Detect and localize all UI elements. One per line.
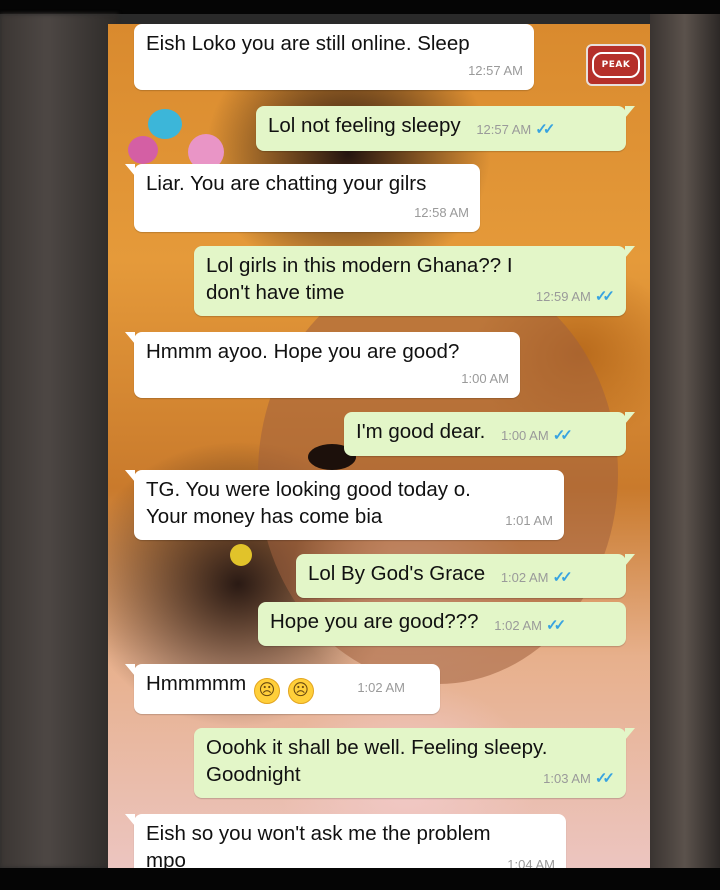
bubble-tail <box>625 106 635 118</box>
message-time: 1:02 AM <box>357 680 406 695</box>
message-text-line: Your money has come bia <box>146 505 383 528</box>
message-bubble-outgoing[interactable]: Ooohk it shall be well. Feeling sleepy. … <box>194 728 635 798</box>
double-check-icon: ✓✓ <box>552 427 573 444</box>
message-text: I'm good dear. <box>356 420 486 443</box>
message-text-line: mpo <box>146 849 186 868</box>
message-bubble-incoming[interactable]: Liar. You are chatting your gilrs 12:58 … <box>125 164 480 232</box>
news-logo-icon: PEAK <box>586 44 646 86</box>
message-bubble-outgoing[interactable]: Hope you are good??? 1:02 AM ✓✓ <box>258 602 626 646</box>
message-bubble-outgoing[interactable]: Lol not feeling sleepy 12:57 AM ✓✓ <box>256 106 635 151</box>
message-bubble-outgoing[interactable]: I'm good dear. 1:00 AM ✓✓ <box>344 412 635 456</box>
message-text: Hmmm ayoo. Hope you are good? <box>146 340 460 363</box>
bubble-tail <box>625 728 635 740</box>
message-time: 1:02 AM <box>500 570 549 585</box>
message-text: Lol not feeling sleepy <box>268 114 461 137</box>
blurred-background-right <box>650 14 720 868</box>
bubble-tail <box>125 332 135 344</box>
message-meta: 1:04 AM <box>507 851 555 868</box>
message-bubble-outgoing[interactable]: Lol By God's Grace 1:02 AM ✓✓ <box>296 554 635 598</box>
message-time: 1:04 AM <box>507 857 555 868</box>
message-meta: 12:57 AM ✓✓ <box>476 116 555 143</box>
watermark-text: PEAK <box>592 52 640 78</box>
bubble-tail <box>625 246 635 258</box>
message-meta: 12:59 AM ✓✓ <box>536 283 615 310</box>
bottom-black-bar <box>0 868 720 890</box>
message-meta: 1:02 AM <box>357 674 405 701</box>
message-time: 12:58 AM <box>414 205 469 220</box>
message-meta: 1:00 AM ✓✓ <box>501 422 573 449</box>
wallpaper-hair-clip <box>128 136 158 164</box>
bubble-tail <box>125 164 135 176</box>
message-text-line: Eish so you won't ask me the problem <box>146 822 491 845</box>
message-bubble-incoming[interactable]: Eish Loko you are still online. Sleep 12… <box>134 24 534 90</box>
message-text-line: TG. You were looking good today o. <box>146 478 471 501</box>
frowning-face-icon: ☹ <box>287 678 314 704</box>
message-text-line: Ooohk it shall be well. Feeling sleepy. <box>206 736 548 759</box>
message-time: 12:57 AM <box>476 122 532 137</box>
message-text: Lol By God's Grace <box>308 562 486 585</box>
message-bubble-incoming[interactable]: Eish so you won't ask me the problem mpo… <box>125 814 566 868</box>
double-check-icon: ✓✓ <box>535 121 555 138</box>
message-text: Liar. You are chatting your gilrs <box>146 172 427 195</box>
message-meta: 1:02 AM ✓✓ <box>494 612 566 639</box>
double-check-icon: ✓✓ <box>594 770 615 787</box>
message-meta: 1:02 AM ✓✓ <box>501 564 573 591</box>
bubble-tail <box>125 814 135 826</box>
message-meta: 12:57 AM <box>468 57 523 84</box>
message-time: 1:03 AM <box>543 771 591 786</box>
blurred-background-left <box>0 14 118 868</box>
bubble-tail <box>125 470 135 482</box>
message-meta: 1:01 AM <box>505 507 553 534</box>
double-check-icon: ✓✓ <box>594 288 615 305</box>
message-bubble-outgoing[interactable]: Lol girls in this modern Ghana?? I don't… <box>194 246 635 316</box>
message-time: 1:00 AM <box>500 428 549 443</box>
bubble-tail <box>125 664 135 676</box>
message-text-line: Lol girls in this modern Ghana?? I <box>206 254 513 277</box>
message-time: 1:01 AM <box>505 513 553 528</box>
message-text: Eish Loko you are still online. Sleep <box>146 32 470 55</box>
message-meta: 1:00 AM <box>461 365 509 392</box>
message-time: 1:02 AM <box>494 618 542 633</box>
message-time: 12:59 AM <box>535 289 591 304</box>
double-check-icon: ✓✓ <box>546 617 566 634</box>
bubble-tail <box>625 554 635 566</box>
frowning-face-icon: ☹ <box>253 678 280 704</box>
message-bubble-incoming[interactable]: Hmmmmm ☹ ☹ 1:02 AM <box>125 664 440 714</box>
message-time: 12:57 AM <box>468 63 523 78</box>
chat-screen[interactable]: PEAK Eish Loko you are still online. Sle… <box>108 24 650 868</box>
message-meta: 12:58 AM <box>414 199 469 226</box>
message-meta: 1:03 AM ✓✓ <box>543 765 615 792</box>
top-black-bar <box>0 0 720 14</box>
message-bubble-incoming[interactable]: TG. You were looking good today o. Your … <box>125 470 564 540</box>
bubble-tail <box>625 412 635 424</box>
message-text: Hmmmmm <box>146 672 247 695</box>
message-time: 1:00 AM <box>461 371 509 386</box>
wallpaper-earring <box>230 544 252 566</box>
message-text: Hope you are good??? <box>270 610 479 633</box>
wallpaper-hair-clip <box>148 109 182 139</box>
double-check-icon: ✓✓ <box>552 569 573 586</box>
message-bubble-incoming[interactable]: Hmmm ayoo. Hope you are good? 1:00 AM <box>125 332 520 398</box>
